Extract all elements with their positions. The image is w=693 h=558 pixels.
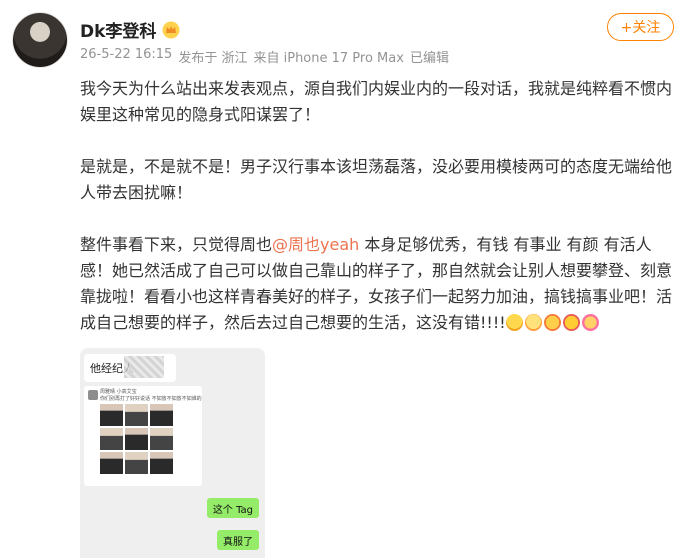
username-row: Dk李登科 bbox=[80, 17, 180, 42]
photo-thumb bbox=[125, 452, 148, 474]
crying-emoji-icon bbox=[505, 314, 523, 331]
post-meta: 26-5-22 16:15 发布于 浙江 来自 iPhone 17 Pro Ma… bbox=[80, 47, 449, 66]
cheer-emoji-icon bbox=[543, 314, 561, 331]
follow-label: +关注 bbox=[620, 20, 661, 36]
photo-thumb bbox=[125, 404, 148, 426]
paragraph-3-start: 整件事看下来，只觉得周也 bbox=[80, 235, 273, 254]
chat-bubble-1: 这个 Tag bbox=[206, 498, 259, 518]
photo-thumb bbox=[150, 428, 173, 450]
photo-thumb bbox=[150, 452, 173, 474]
post-paragraph-1: 我今天为什么站出来发表观点，源自我们内娱业内的一段对话，我就是纯粹看不惯内娱里这… bbox=[80, 79, 673, 124]
chat-bubble-2: 真服了 bbox=[217, 530, 259, 550]
follow-button[interactable]: +关注 bbox=[607, 13, 674, 41]
photo-grid bbox=[100, 404, 173, 474]
post-content: 我今天为什么站出来发表观点，源自我们内娱业内的一段对话，我就是纯粹看不惯内娱里这… bbox=[80, 76, 680, 336]
crown-badge-icon bbox=[162, 21, 180, 38]
username[interactable]: Dk李登科 bbox=[80, 17, 156, 42]
photo-thumb bbox=[150, 404, 173, 426]
shared-post-card: 周雅晴 小高艾宝 你们别再打了好好说话 不如放不如放不如谁的 bbox=[84, 386, 202, 486]
post-paragraph-3: 整件事看下来，只觉得周也@周也yeah 本身足够优秀，有钱 有事业 有颜 有活人… bbox=[80, 232, 680, 336]
chat-screenshot-image[interactable]: 他经纪人 周雅晴 小高艾宝 你们别再打了好好说话 不如放不如放不如谁的 这个 T… bbox=[80, 348, 265, 558]
card-avatar bbox=[88, 390, 98, 400]
post-device: 来自 iPhone 17 Pro Max bbox=[253, 51, 404, 66]
photo-thumb bbox=[100, 452, 123, 474]
party-emoji-icon bbox=[581, 314, 599, 331]
post-edited[interactable]: 已编辑 bbox=[410, 47, 449, 66]
emoji-group bbox=[505, 314, 599, 331]
post-location: 发布于 浙江 bbox=[178, 51, 248, 66]
mention-link[interactable]: @周也yeah bbox=[272, 235, 359, 254]
card-line-1: 周雅晴 小高艾宝 bbox=[100, 389, 137, 395]
heart-eyes-emoji-icon bbox=[562, 314, 580, 331]
photo-thumb bbox=[100, 428, 123, 450]
photo-thumb bbox=[125, 428, 148, 450]
post-timestamp[interactable]: 26-5-22 16:15 bbox=[80, 47, 172, 66]
card-line-2: 你们别再打了好好说话 不如放不如放不如谁的 bbox=[100, 396, 202, 402]
photo-thumb bbox=[100, 404, 123, 426]
blurred-name bbox=[124, 356, 164, 378]
love-emoji-icon bbox=[524, 314, 542, 331]
user-avatar[interactable] bbox=[12, 12, 68, 68]
post-paragraph-2: 是就是，不是就不是！男子汉行事本该坦荡磊落，没必要用模棱两可的态度无端给他人带去… bbox=[80, 157, 673, 202]
